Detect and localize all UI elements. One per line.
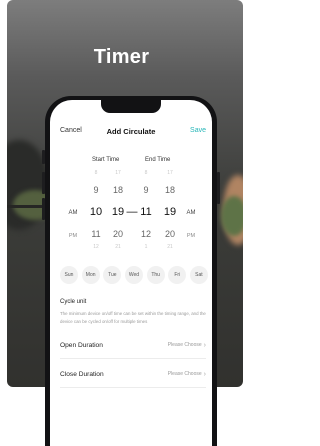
picker-option: 9 <box>143 185 149 195</box>
picker-selected: 10 <box>89 206 103 218</box>
weekday-toggle[interactable]: Thu <box>146 266 165 284</box>
close-duration-row[interactable]: Close Duration Please Choose › <box>60 367 206 381</box>
picker-option: 21 <box>115 244 121 250</box>
phone-side-button <box>42 172 45 194</box>
phone-side-button <box>217 172 220 204</box>
chevron-right-icon: › <box>203 341 206 349</box>
cycle-unit-description: The minimum device on/off time can be se… <box>60 311 206 324</box>
ampm-selected: AM <box>186 210 196 216</box>
background-shape <box>221 196 243 236</box>
picker-option: 21 <box>167 244 173 250</box>
divider <box>60 387 206 388</box>
end-time-label: End Time <box>145 157 171 163</box>
picker-option: 18 <box>164 185 175 195</box>
close-duration-value: Please Choose <box>167 371 202 377</box>
picker-option: 12 <box>140 229 151 239</box>
weekday-toggle[interactable]: Sun <box>60 266 78 284</box>
promo-title: Timer <box>93 46 150 68</box>
save-button[interactable]: Save <box>190 127 206 134</box>
phone-side-button <box>42 198 45 220</box>
picker-option: 17 <box>167 170 173 176</box>
close-duration-label: Close Duration <box>60 370 104 378</box>
picker-option: 20 <box>112 229 123 239</box>
picker-option: 8 <box>144 170 148 176</box>
picker-selected: 19 <box>163 206 177 218</box>
ampm-option: PM <box>186 233 196 239</box>
divider <box>60 358 206 359</box>
picker-option: 8 <box>94 170 98 176</box>
weekday-selector: Sun Mon Tue Wed Thu Fri Sat <box>60 266 208 284</box>
weekday-toggle[interactable]: Wed <box>124 266 143 284</box>
picker-option: 17 <box>115 170 121 176</box>
cycle-unit-title: Cycle unit <box>60 299 87 305</box>
start-time-label: Start Time <box>92 157 120 163</box>
ampm-selected: AM <box>68 210 78 216</box>
weekday-toggle[interactable]: Mon <box>81 266 100 284</box>
picker-option: 11 <box>91 229 101 239</box>
picker-option: 20 <box>164 229 175 239</box>
phone-side-button <box>42 150 45 164</box>
weekday-toggle[interactable]: Sat <box>189 266 208 284</box>
picker-option: 12 <box>93 244 99 250</box>
phone-screen: Cancel Add Circulate Save Start Time End… <box>50 100 212 446</box>
weekday-toggle[interactable]: Tue <box>103 266 122 284</box>
weekday-toggle[interactable]: Fri <box>168 266 187 284</box>
open-duration-row[interactable]: Open Duration Please Choose › <box>60 338 206 352</box>
ampm-option: PM <box>68 233 78 239</box>
background-shape <box>7 205 47 208</box>
open-duration-value: Please Choose <box>167 342 202 348</box>
picker-selected: 11 <box>140 206 152 218</box>
page-title: Add Circulate <box>106 127 156 136</box>
picker-option: 18 <box>112 185 123 195</box>
open-duration-label: Open Duration <box>60 341 103 349</box>
picker-option: 1 <box>144 244 148 250</box>
phone-notch <box>101 100 161 113</box>
picker-option: 9 <box>93 185 99 195</box>
chevron-right-icon: › <box>203 370 206 378</box>
